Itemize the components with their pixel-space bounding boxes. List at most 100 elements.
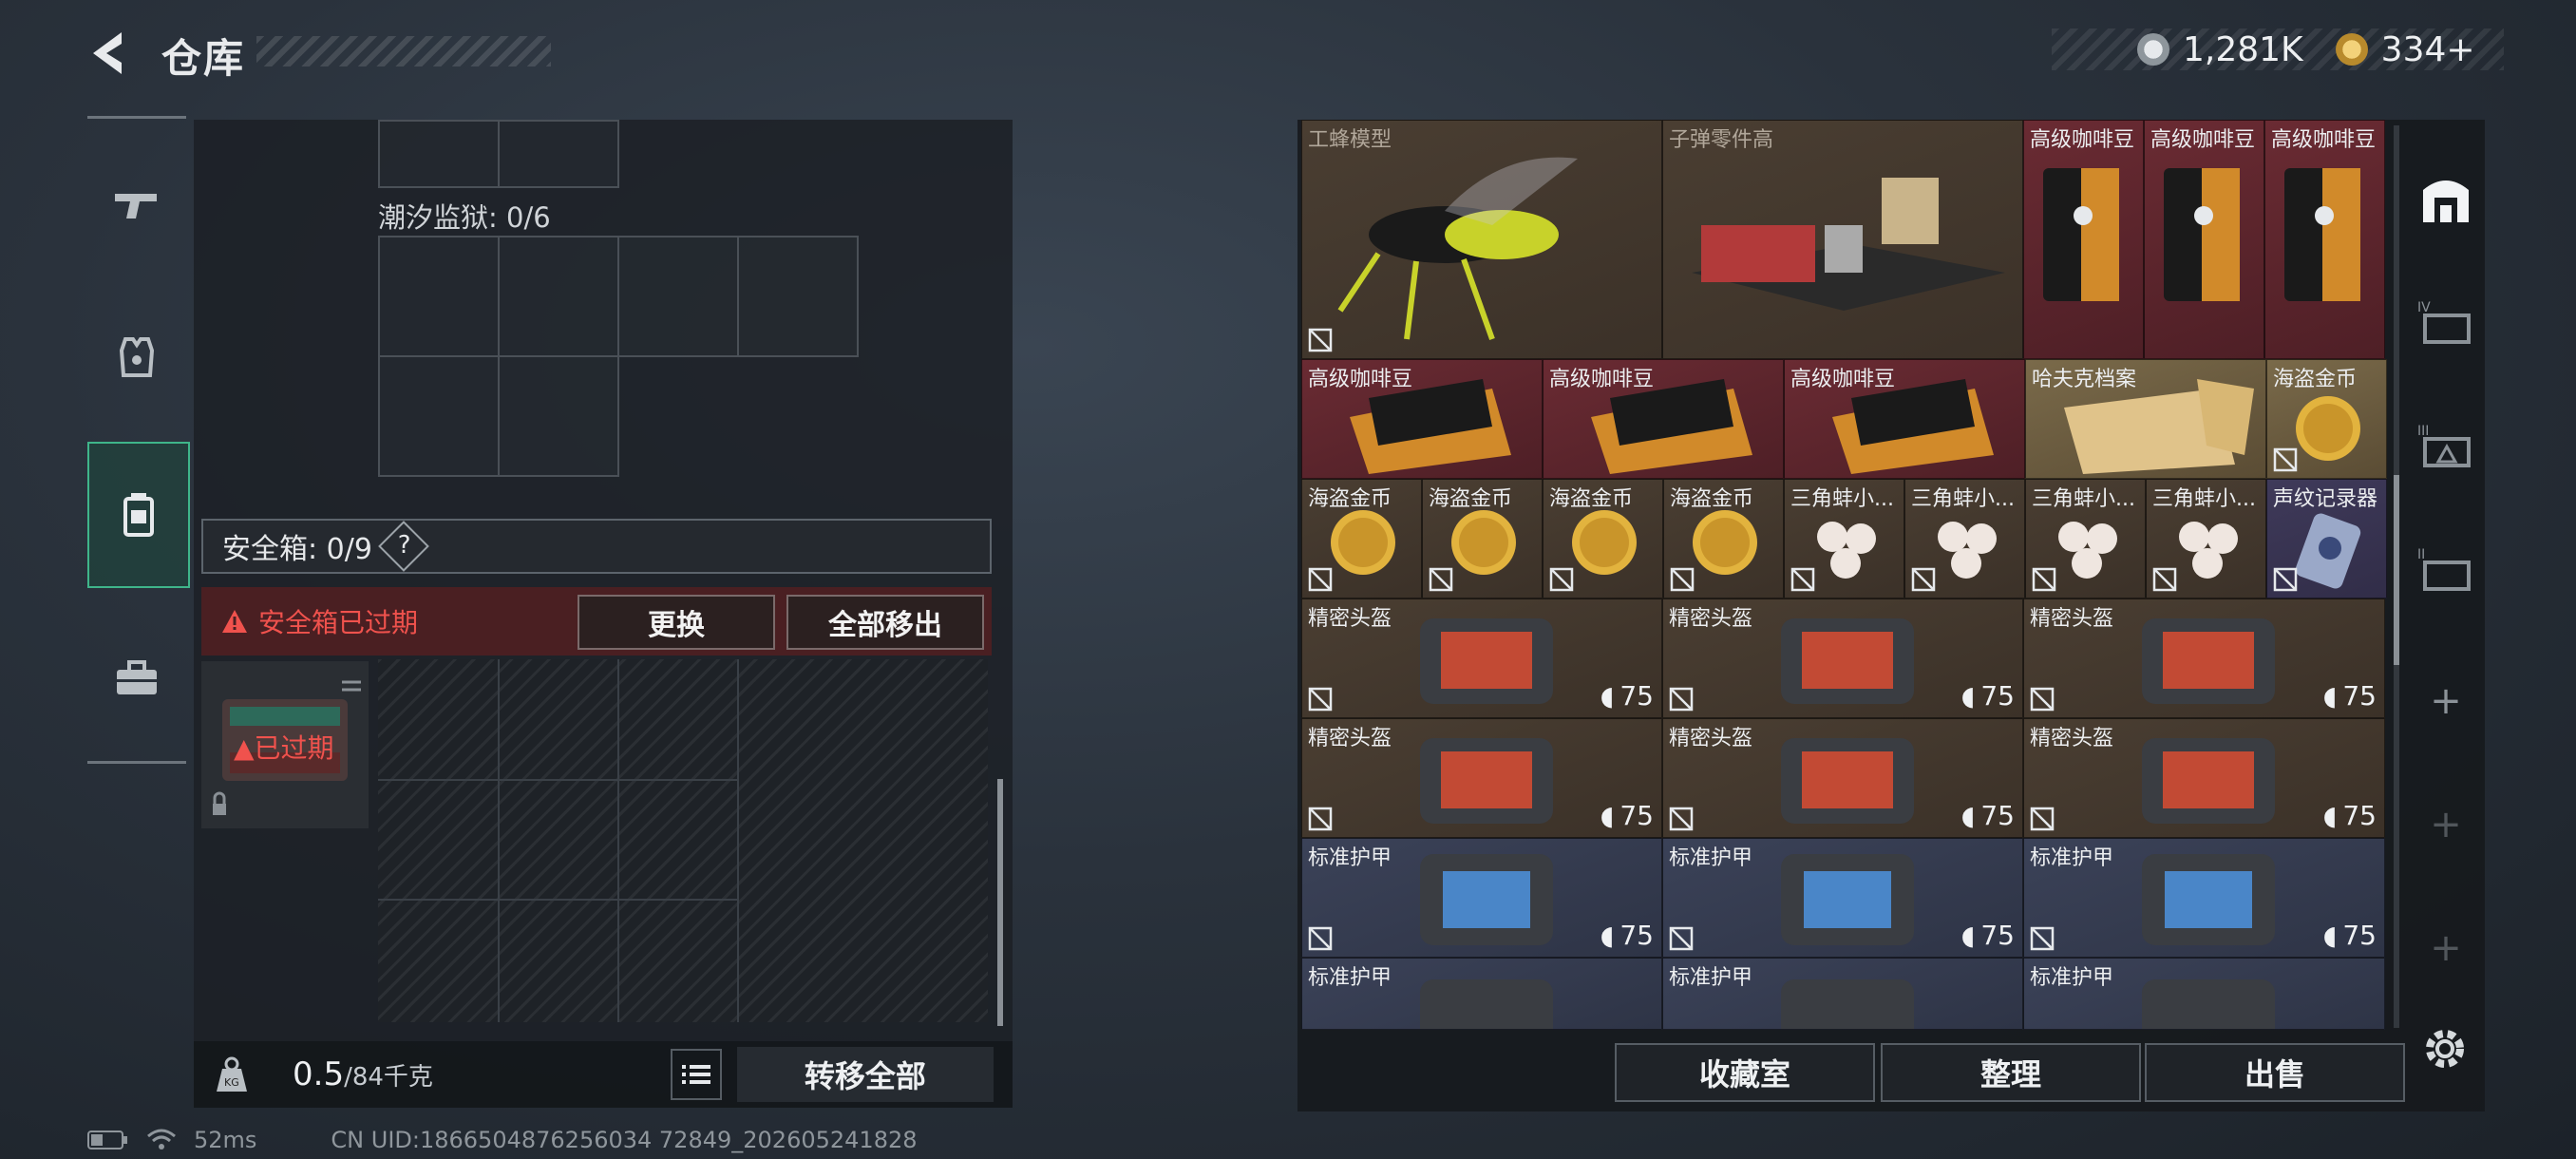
tab-warehouse-main[interactable] — [2405, 141, 2487, 255]
backpack-icon — [123, 493, 154, 537]
tab-warehouse-4[interactable]: IV — [2405, 264, 2487, 378]
item-name: 高级咖啡豆 — [2030, 128, 2135, 152]
shield-icon: ◖ — [1600, 680, 1615, 712]
collection-room-button[interactable]: 收藏室 — [1615, 1043, 1875, 1102]
left-scrollbar[interactable] — [997, 779, 1003, 1026]
weight-unit: /84千克 — [344, 1062, 433, 1092]
item-standard-armor[interactable]: 标准护甲 — [1662, 958, 2023, 1030]
add-tab-button-locked[interactable]: + — [2405, 891, 2487, 1005]
grid-slot[interactable] — [498, 236, 619, 357]
uid-text: CN UID:1866504876256034 72849_2026052418… — [331, 1127, 918, 1153]
item-wasp-model[interactable]: 工蜂模型 — [1301, 120, 1662, 359]
replace-button[interactable]: 更换 — [578, 595, 775, 650]
no-lock-icon — [1308, 328, 1333, 352]
item-voice-recorder[interactable]: 声纹记录器 — [2266, 479, 2387, 598]
item-precision-helmet[interactable]: 精密头盔 ◖ 75 — [1301, 718, 1662, 838]
remove-all-button[interactable]: 全部移出 — [786, 595, 984, 650]
item-pearl-clam[interactable]: 三角蚌小... — [1904, 479, 2025, 598]
item-pearl-clam[interactable]: 三角蚌小... — [2146, 479, 2266, 598]
grid-slot[interactable] — [378, 120, 500, 188]
item-coffee-beans[interactable]: 高级咖啡豆 — [1301, 359, 1543, 479]
item-name: 高级咖啡豆 — [1790, 368, 1896, 391]
item-bullet-parts[interactable]: 子弹零件高 — [1662, 120, 2023, 359]
item-precision-helmet[interactable]: 精密头盔 ◖ 75 — [1301, 598, 1662, 718]
item-pearl-clam[interactable]: 三角蚌小... — [2025, 479, 2146, 598]
no-lock-icon — [2032, 567, 2056, 592]
item-pirate-coin[interactable]: 海盗金币 — [1543, 479, 1663, 598]
help-icon[interactable]: ? — [378, 521, 429, 572]
safe-box-grid[interactable] — [378, 659, 988, 1022]
no-lock-icon — [1308, 567, 1333, 592]
grid-slot[interactable] — [498, 120, 619, 188]
item-standard-armor[interactable]: 标准护甲 — [2023, 958, 2385, 1030]
item-standard-armor[interactable]: 标准护甲 ◖ 75 — [2023, 838, 2385, 958]
settings-gear-icon[interactable] — [2418, 1022, 2472, 1075]
wifi-icon — [147, 1129, 176, 1150]
item-pirate-coin[interactable]: 海盗金币 — [2266, 359, 2387, 479]
item-pirate-coin[interactable]: 海盗金币 — [1663, 479, 1784, 598]
item-pearl-clam[interactable]: 三角蚌小... — [1784, 479, 1904, 598]
item-name: 高级咖啡豆 — [2150, 128, 2256, 152]
sell-button[interactable]: 出售 — [2145, 1043, 2405, 1102]
no-lock-icon — [1670, 567, 1695, 592]
item-pirate-coin[interactable]: 海盗金币 — [1422, 479, 1543, 598]
item-standard-armor[interactable]: 标准护甲 ◖ 75 — [1301, 838, 1662, 958]
tab-warehouse-2[interactable]: II — [2405, 511, 2487, 625]
wasp-model-image — [1337, 157, 1578, 341]
warehouse-tabs: IV III II + + + — [2405, 141, 2487, 996]
add-tab-button-locked[interactable]: + — [2405, 768, 2487, 882]
item-name: 高级咖啡豆 — [1549, 368, 1655, 391]
nav-safebox[interactable] — [87, 442, 190, 588]
nav-weapons[interactable] — [87, 134, 186, 276]
briefcase-icon — [117, 660, 157, 694]
item-haavk-archive[interactable]: 哈夫克档案 — [2025, 359, 2266, 479]
durability: ◖ 75 — [1600, 800, 1654, 831]
warehouse-scrollbar-thumb[interactable] — [2394, 475, 2399, 665]
svg-text:III: III — [2417, 424, 2429, 439]
grid-slot[interactable] — [378, 355, 500, 477]
item-precision-helmet[interactable]: 精密头盔 ◖ 75 — [2023, 718, 2385, 838]
grid-slot[interactable] — [378, 236, 500, 357]
no-lock-icon — [1790, 567, 1815, 592]
no-lock-icon — [1308, 926, 1333, 951]
back-arrow-icon[interactable] — [84, 28, 137, 78]
svg-text:KG: KG — [224, 1076, 239, 1089]
item-precision-helmet[interactable]: 精密头盔 ◖ 75 — [1662, 598, 2023, 718]
item-coffee-beans[interactable]: 高级咖啡豆 — [2144, 120, 2264, 359]
grid-slot[interactable] — [498, 355, 619, 477]
organize-button[interactable]: 整理 — [1881, 1043, 2141, 1102]
shield-icon: ◖ — [1600, 920, 1615, 951]
shield-icon: ◖ — [2322, 920, 2338, 951]
durability: ◖ 75 — [1960, 920, 2015, 951]
grid-slot[interactable] — [737, 236, 859, 357]
item-pirate-coin[interactable]: 海盗金币 — [1301, 479, 1422, 598]
transfer-all-button[interactable]: 转移全部 — [736, 1047, 994, 1102]
durability: ◖ 75 — [1960, 800, 2015, 831]
safe-box-item[interactable]: ▲已过期 — [201, 661, 369, 828]
item-coffee-beans[interactable]: 高级咖啡豆 — [1784, 359, 2025, 479]
item-precision-helmet[interactable]: 精密头盔 ◖ 75 — [1662, 718, 2023, 838]
item-coffee-beans[interactable]: 高级咖啡豆 — [2023, 120, 2144, 359]
warning-icon — [222, 610, 247, 633]
item-standard-armor[interactable]: 标准护甲 — [1301, 958, 1662, 1030]
tab-warehouse-3[interactable]: III — [2405, 388, 2487, 502]
nav-case[interactable] — [87, 607, 186, 750]
vest-icon — [119, 337, 155, 377]
grid-slot[interactable] — [617, 236, 739, 357]
list-view-button[interactable] — [670, 1049, 722, 1100]
item-precision-helmet[interactable]: 精密头盔 ◖ 75 — [2023, 598, 2385, 718]
item-coffee-beans[interactable]: 高级咖啡豆 — [2264, 120, 2385, 359]
left-nav — [87, 116, 190, 764]
shield-icon: ◖ — [1960, 800, 1976, 831]
plus-icon: + — [2430, 679, 2462, 723]
no-lock-icon — [2030, 687, 2055, 712]
item-name: 三角蚌小... — [1790, 487, 1894, 511]
currency-2-value[interactable]: 334+ — [2381, 30, 2475, 69]
nav-armor[interactable] — [87, 286, 186, 428]
shield-icon: ◖ — [1960, 680, 1976, 712]
item-name: 精密头盔 — [2030, 727, 2114, 750]
item-standard-armor[interactable]: 标准护甲 ◖ 75 — [1662, 838, 2023, 958]
item-coffee-beans[interactable]: 高级咖啡豆 — [1543, 359, 1784, 479]
list-icon — [681, 1065, 710, 1084]
add-tab-button[interactable]: + — [2405, 644, 2487, 758]
